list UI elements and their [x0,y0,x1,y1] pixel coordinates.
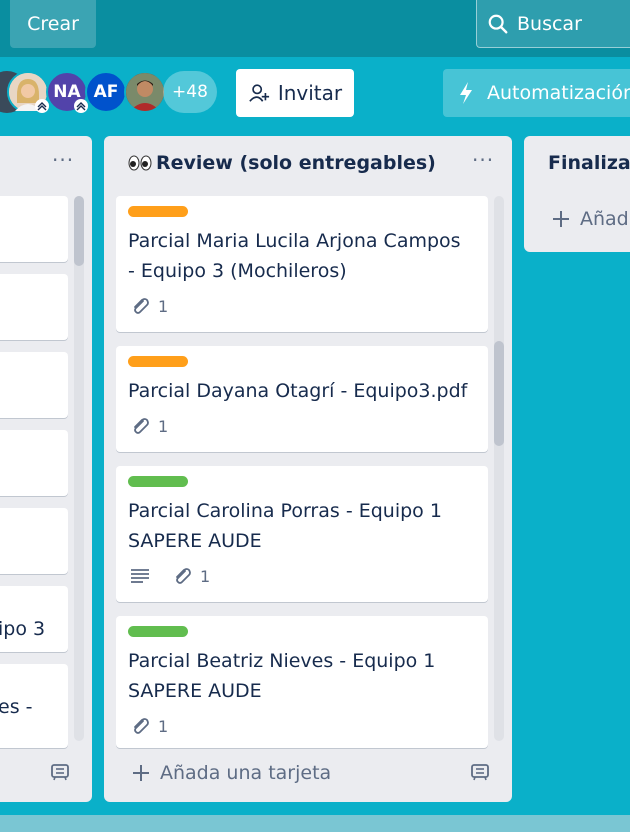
scrollbar[interactable] [74,196,84,741]
card-title: Parcial Maria Lucila Arjona Campos - Equ… [128,230,461,282]
add-card-label: Añada una tarjeta [160,762,332,784]
list-title-text: Review (solo entregables) [156,152,436,174]
list-card[interactable] [0,274,68,340]
list-card[interactable]: Parcial Dayana Otagrí - Equipo3.pdf 1 [116,346,488,452]
automation-label: Automatización [487,82,630,104]
attachment-badge: 1 [130,296,168,316]
card-badges: 1 [130,566,210,586]
list-partial-left: ··· ipo 3 es - [0,136,92,802]
member-avatar-photo-2[interactable] [124,71,166,113]
card-label[interactable] [128,476,188,487]
automation-button[interactable]: Automatización [443,69,630,117]
list-finalizado: Finalizad Añad [524,136,630,252]
person-photo-icon [126,73,164,111]
scrollbar-thumb[interactable] [494,341,504,446]
invite-button[interactable]: Invitar [236,69,354,117]
add-card-label: Añad [580,208,629,230]
list-card[interactable]: Parcial Beatriz Nieves - Equipo 1 SAPERE… [116,616,488,748]
list-card[interactable] [0,352,68,418]
scrollbar[interactable] [494,196,504,741]
attachment-badge: 1 [172,566,210,586]
attachment-badge: 1 [130,416,168,436]
attachment-count: 1 [158,716,169,736]
scrollbar-thumb[interactable] [74,196,84,266]
card-template-icon[interactable] [50,762,70,782]
list-card[interactable]: Parcial Carolina Porras - Equipo 1 SAPER… [116,466,488,602]
admin-badge-icon [74,99,88,113]
paperclip-icon [134,718,149,734]
member-avatar-af[interactable]: AF [85,71,127,113]
member-avatar-photo[interactable] [7,71,49,113]
admin-badge-icon [35,99,49,113]
board-header: NA AF +48 Invitar Automatización [0,57,630,132]
add-card-button[interactable]: Añad [552,208,629,230]
card-badges: 1 [130,296,168,316]
list-card[interactable]: ipo 3 [0,586,68,652]
list-card[interactable] [0,430,68,496]
attachment-badge: 1 [130,716,168,736]
list-card[interactable]: es - [0,664,68,748]
invite-label: Invitar [277,81,343,105]
attachment-count: 1 [158,296,169,316]
paperclip-icon [176,568,191,584]
card-label[interactable] [128,626,188,637]
list-card[interactable] [0,196,68,262]
card-badges: 1 [130,416,168,436]
card-title: Parcial Carolina Porras - Equipo 1 SAPER… [128,500,442,552]
paperclip-icon [134,298,149,314]
list-title[interactable]: Finalizad [548,152,630,174]
horizontal-scrollbar[interactable] [0,815,630,832]
attachment-count: 1 [200,566,211,586]
attachment-count: 1 [158,416,169,436]
member-initials: AF [93,82,119,102]
card-label[interactable] [128,206,188,217]
list-card[interactable]: Parcial Maria Lucila Arjona Campos - Equ… [116,196,488,332]
plus-icon [553,211,569,227]
search-button[interactable]: Buscar [476,0,630,48]
card-label[interactable] [128,356,188,367]
plus-icon [133,765,149,781]
card-title-fragment: ipo 3 [0,618,46,640]
add-person-icon [249,84,269,102]
more-members-button[interactable]: +48 [163,71,217,113]
list-title[interactable]: Review (solo entregables) [128,152,436,174]
card-title: Parcial Beatriz Nieves - Equipo 1 SAPERE… [128,650,436,702]
card-title-fragment: es - [0,696,33,718]
lightning-icon [460,82,472,104]
list-card[interactable] [0,508,68,574]
paperclip-icon [134,418,149,434]
member-avatar-na[interactable]: NA [46,71,88,113]
add-card-button[interactable]: Añada una tarjeta [132,762,331,784]
create-button[interactable]: Crear [10,0,96,48]
description-icon [131,569,149,583]
eyes-icon [128,154,152,172]
top-navigation-bar: Crear Buscar [0,0,630,57]
list-review: Review (solo entregables) ··· Parcial Ma… [104,136,512,802]
search-icon [488,14,508,33]
list-menu-button[interactable]: ··· [472,148,494,172]
card-badges: 1 [130,716,168,736]
card-title: Parcial Dayana Otagrí - Equipo3.pdf [128,380,468,402]
card-template-icon[interactable] [470,762,490,782]
list-menu-button[interactable]: ··· [52,148,74,172]
search-label: Buscar [517,12,582,35]
